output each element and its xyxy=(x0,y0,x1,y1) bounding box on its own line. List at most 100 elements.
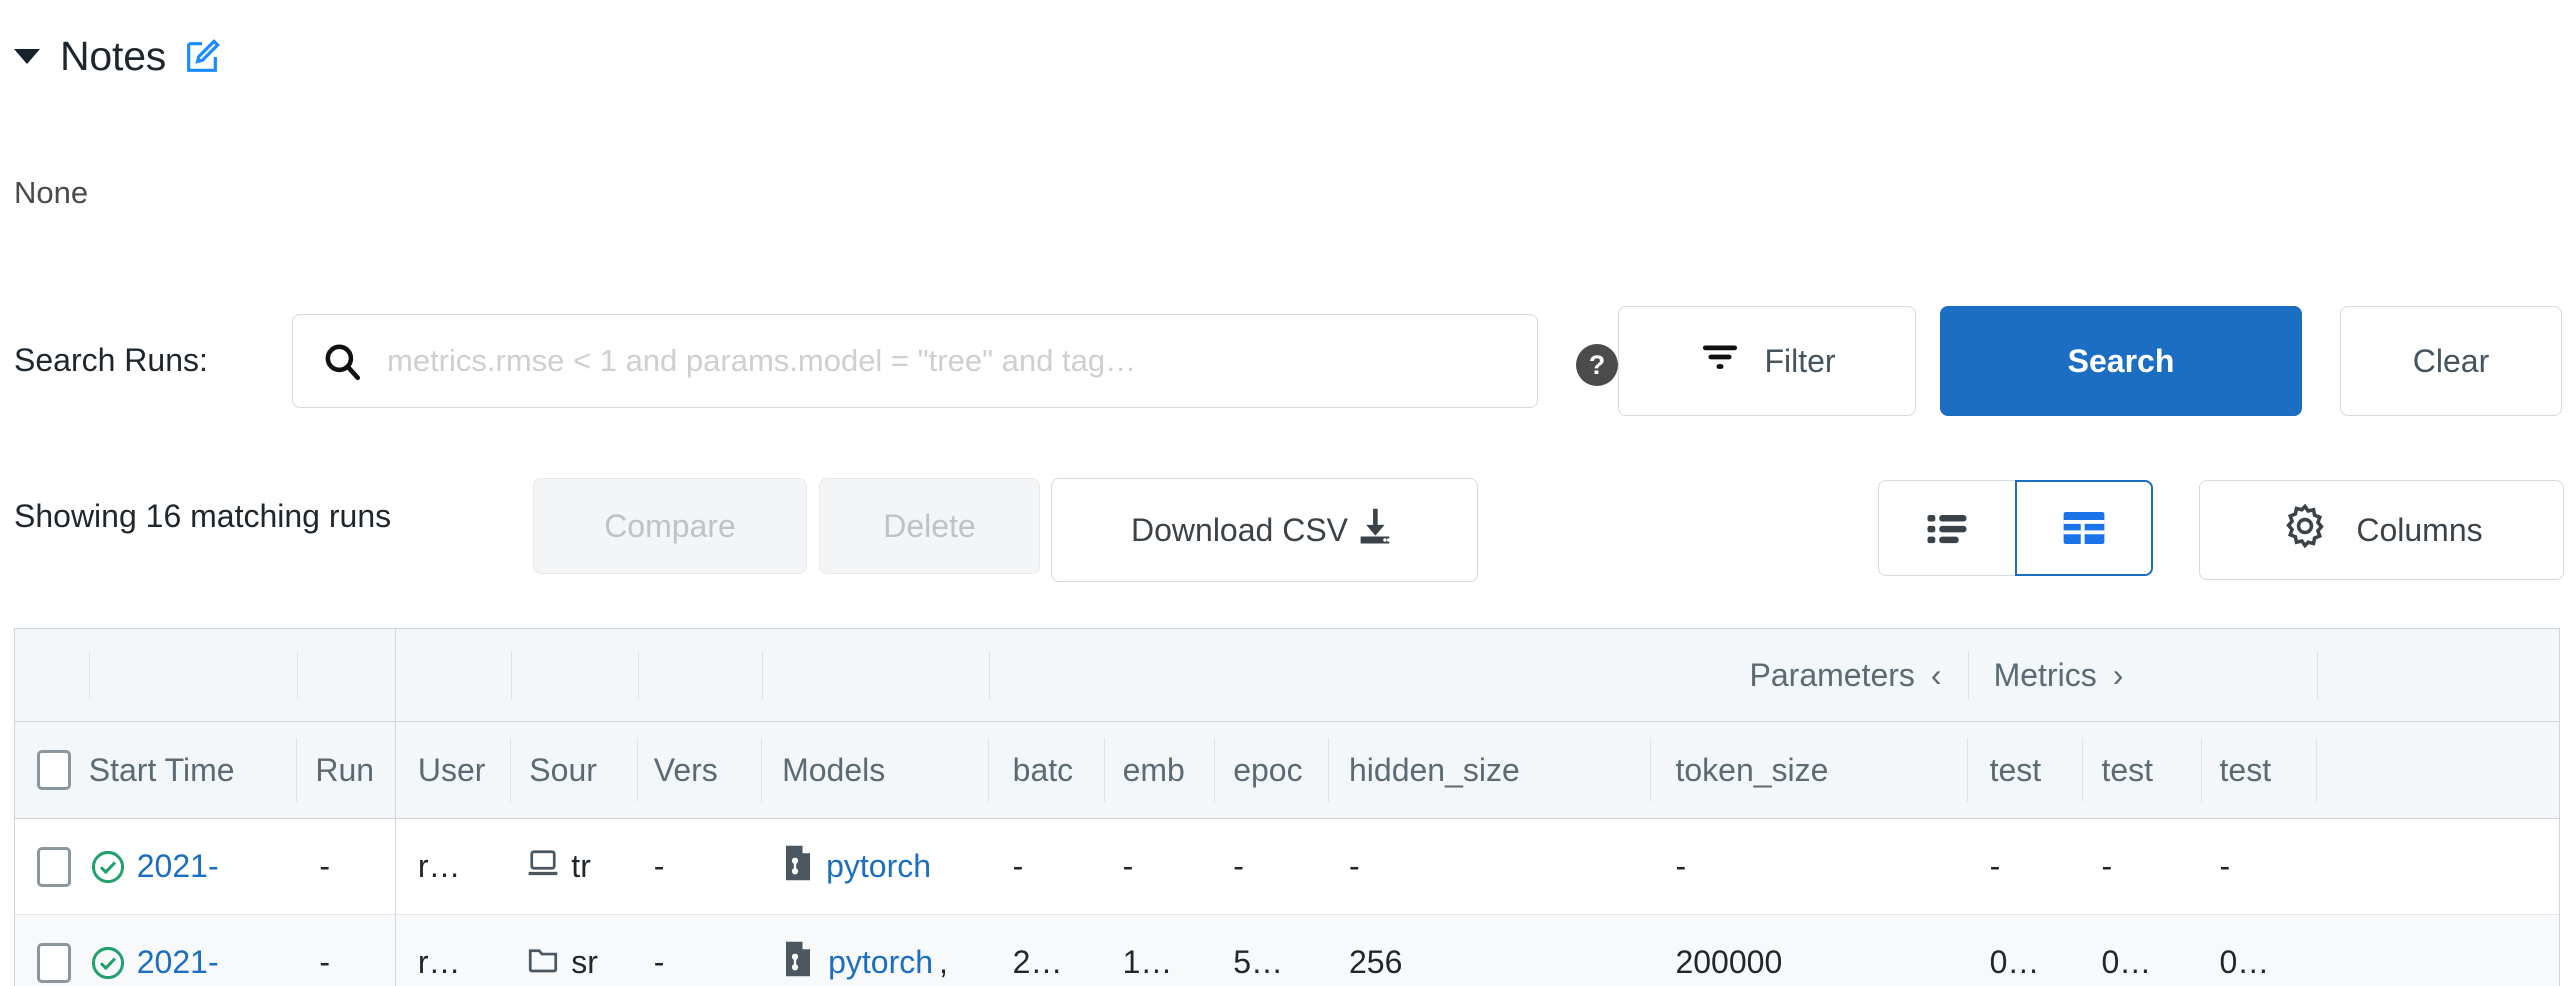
cell-embedding: 1… xyxy=(1104,914,1216,986)
column-label: Start Time xyxy=(88,751,235,788)
edit-pencil-icon[interactable] xyxy=(182,37,222,77)
cell-models[interactable]: pytorch xyxy=(762,818,989,915)
clear-button[interactable]: Clear xyxy=(2340,306,2562,416)
delete-button[interactable]: Delete xyxy=(819,478,1040,574)
column-header-models[interactable]: Models xyxy=(762,721,989,819)
row-select-cell[interactable] xyxy=(15,818,89,915)
cell-test-3: - xyxy=(2201,818,2318,915)
group-cell-blank xyxy=(2317,629,2559,722)
grid-view-button[interactable] xyxy=(2015,480,2153,576)
group-cell-blank xyxy=(394,629,512,722)
group-header-parameters[interactable]: Parameters ‹ xyxy=(988,629,1968,722)
embedding-value: - xyxy=(1122,848,1134,884)
embedding-value: 1… xyxy=(1122,944,1173,980)
cell-source: sr xyxy=(511,914,638,986)
test-3-value: - xyxy=(2219,848,2231,884)
cell-run: - xyxy=(297,818,396,915)
cell-embedding: - xyxy=(1104,818,1216,915)
cell-start-time[interactable]: 2021- xyxy=(88,914,298,986)
columns-button[interactable]: Columns xyxy=(2199,480,2564,580)
cell-test-1: - xyxy=(1967,818,2084,915)
start-time-link[interactable]: 2021- xyxy=(137,848,219,885)
start-time-link[interactable]: 2021- xyxy=(137,944,219,981)
search-box[interactable] xyxy=(292,314,1538,408)
search-runs-label: Search Runs: xyxy=(14,342,208,378)
cell-models[interactable]: pytorch , xyxy=(762,914,989,986)
list-view-button[interactable] xyxy=(1878,480,2016,576)
gear-icon xyxy=(2280,501,2330,559)
row-select-cell[interactable] xyxy=(15,914,89,986)
column-header-test-1[interactable]: test xyxy=(1967,721,2084,819)
column-header-test-3[interactable]: test xyxy=(2201,721,2318,819)
search-help-icon[interactable]: ? xyxy=(1576,344,1618,386)
user-value: r… xyxy=(417,848,461,884)
filter-button[interactable]: Filter xyxy=(1618,306,1916,416)
notes-body: None xyxy=(14,175,89,210)
view-mode-toggle xyxy=(1878,480,2153,576)
column-label: Sour xyxy=(529,751,597,788)
cell-test-3: 0… xyxy=(2201,914,2318,986)
column-label: emb xyxy=(1122,751,1185,788)
folder-icon xyxy=(525,941,561,985)
model-link[interactable]: pytorch xyxy=(826,848,931,885)
cell-test-1: 0… xyxy=(1967,914,2084,986)
column-header-source[interactable]: Sour xyxy=(511,721,638,819)
cell-test-2: 0… xyxy=(2083,914,2202,986)
test-2-value: - xyxy=(2101,848,2113,884)
cell-batch: 2… xyxy=(988,914,1105,986)
column-header-user[interactable]: User xyxy=(394,721,512,819)
runs-page: Notes None Search Runs: ? xyxy=(0,0,2574,986)
model-list-separator: , xyxy=(939,944,948,980)
run-value: - xyxy=(319,944,331,980)
token-size-value: - xyxy=(1675,848,1687,884)
cell-hidden-size: - xyxy=(1329,818,1652,915)
column-label: test xyxy=(1989,751,2042,788)
row-checkbox[interactable] xyxy=(37,942,71,983)
user-value: r… xyxy=(417,944,461,980)
column-header-hidden-size[interactable]: hidden_size xyxy=(1329,721,1652,819)
search-input[interactable] xyxy=(385,342,1505,380)
group-cell-blank xyxy=(297,629,396,722)
column-header-version[interactable]: Vers xyxy=(637,721,763,819)
model-link[interactable]: pytorch xyxy=(828,944,933,981)
column-header-epochs[interactable]: epoc xyxy=(1215,721,1329,819)
cell-spacer xyxy=(2317,914,2559,986)
cell-epochs: - xyxy=(1215,818,1329,915)
row-checkbox[interactable] xyxy=(37,846,71,887)
model-file-icon xyxy=(780,843,816,891)
column-header-embedding[interactable]: emb xyxy=(1104,721,1216,819)
filter-label: Filter xyxy=(1764,342,1836,379)
table-row[interactable]: 2021- - r… tr - pytorch - - - - - - - - xyxy=(15,818,2559,915)
column-header-token-size[interactable]: token_size xyxy=(1651,721,1968,819)
table-row[interactable]: 2021- - r… sr - pytorch , 2… 1… 5… 256 2… xyxy=(15,914,2559,986)
table-group-header-row: Parameters ‹ Metrics › xyxy=(15,629,2559,722)
column-label: Run xyxy=(315,751,375,788)
column-header-start-time[interactable]: Start Time xyxy=(88,721,298,819)
compare-button[interactable]: Compare xyxy=(533,478,807,574)
column-header-run[interactable]: Run xyxy=(297,721,396,819)
cell-source: tr xyxy=(511,818,638,915)
group-header-metrics[interactable]: Metrics › xyxy=(1967,629,2318,722)
runs-actions-row: Showing 16 matching runs Compare Delete … xyxy=(14,466,2564,586)
download-csv-button[interactable]: Download CSV xyxy=(1051,478,1478,582)
chevron-left-icon[interactable]: ‹ xyxy=(1931,657,1942,694)
search-button[interactable]: Search xyxy=(1940,306,2302,416)
test-1-value: - xyxy=(1989,848,2001,884)
hidden-size-value: 256 xyxy=(1349,944,1403,980)
hidden-size-value: - xyxy=(1349,848,1360,884)
cell-run: - xyxy=(297,914,396,986)
caret-down-icon[interactable] xyxy=(14,49,40,64)
test-3-value: 0… xyxy=(2219,944,2270,980)
chevron-right-icon[interactable]: › xyxy=(2113,657,2124,694)
column-header-spacer xyxy=(2317,721,2559,819)
column-label: test xyxy=(2219,751,2272,788)
select-all-checkbox[interactable] xyxy=(37,750,71,790)
filter-icon xyxy=(1698,335,1742,387)
group-label-metrics: Metrics xyxy=(1993,656,2097,693)
column-header-batch[interactable]: batc xyxy=(988,721,1105,819)
cell-token-size: - xyxy=(1651,818,1968,915)
epochs-value: 5… xyxy=(1233,944,1283,980)
column-header-test-2[interactable]: test xyxy=(2083,721,2202,819)
token-size-value: 200000 xyxy=(1675,944,1783,980)
cell-start-time[interactable]: 2021- xyxy=(88,818,298,915)
